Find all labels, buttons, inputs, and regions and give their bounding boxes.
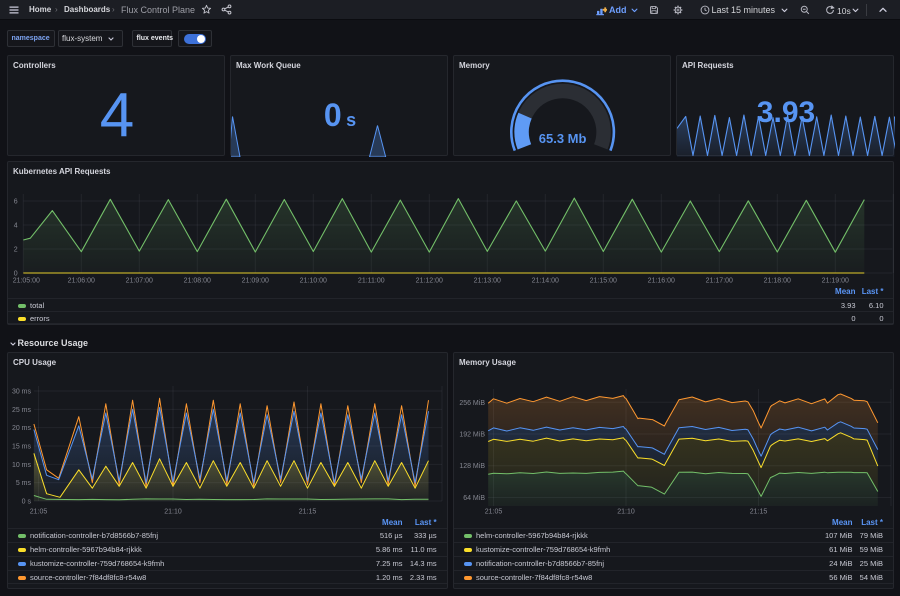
- svg-text:21:19:00: 21:19:00: [822, 278, 849, 285]
- svg-text:21:07:00: 21:07:00: [126, 278, 153, 285]
- svg-text:128 MiB: 128 MiB: [459, 463, 485, 470]
- svg-text:15 ms: 15 ms: [12, 443, 32, 450]
- svg-text:21:17:00: 21:17:00: [706, 278, 733, 285]
- svg-text:21:10: 21:10: [617, 509, 635, 516]
- svg-text:256 MiB: 256 MiB: [459, 400, 485, 407]
- svg-text:2: 2: [14, 247, 18, 254]
- svg-text:21:15: 21:15: [750, 509, 768, 516]
- svg-text:25 ms: 25 ms: [12, 407, 32, 414]
- svg-text:0: 0: [14, 271, 18, 278]
- svg-text:21:05: 21:05: [30, 509, 48, 516]
- svg-text:21:13:00: 21:13:00: [474, 278, 501, 285]
- svg-text:21:10: 21:10: [164, 509, 182, 516]
- svg-text:64 MiB: 64 MiB: [463, 495, 485, 502]
- svg-text:5 ms: 5 ms: [16, 480, 32, 487]
- svg-text:21:09:00: 21:09:00: [242, 278, 269, 285]
- svg-text:4: 4: [14, 223, 18, 230]
- svg-text:6: 6: [14, 199, 18, 206]
- svg-text:21:15:00: 21:15:00: [590, 278, 617, 285]
- svg-text:21:10:00: 21:10:00: [300, 278, 327, 285]
- svg-text:21:18:00: 21:18:00: [764, 278, 791, 285]
- svg-text:10 ms: 10 ms: [12, 462, 32, 469]
- svg-text:21:14:00: 21:14:00: [532, 278, 559, 285]
- svg-text:20 ms: 20 ms: [12, 425, 32, 432]
- svg-text:192 MiB: 192 MiB: [459, 432, 485, 439]
- svg-text:21:08:00: 21:08:00: [184, 278, 211, 285]
- svg-text:65.3 Mb: 65.3 Mb: [539, 131, 587, 146]
- svg-text:21:12:00: 21:12:00: [416, 278, 443, 285]
- svg-text:21:15: 21:15: [299, 509, 317, 516]
- svg-text:21:05: 21:05: [485, 509, 503, 516]
- svg-text:21:05:00: 21:05:00: [13, 278, 40, 285]
- svg-text:21:16:00: 21:16:00: [648, 278, 675, 285]
- svg-text:0 s: 0 s: [22, 499, 32, 506]
- svg-text:21:11:00: 21:11:00: [358, 278, 385, 285]
- svg-text:30 ms: 30 ms: [12, 388, 32, 395]
- svg-text:21:06:00: 21:06:00: [68, 278, 95, 285]
